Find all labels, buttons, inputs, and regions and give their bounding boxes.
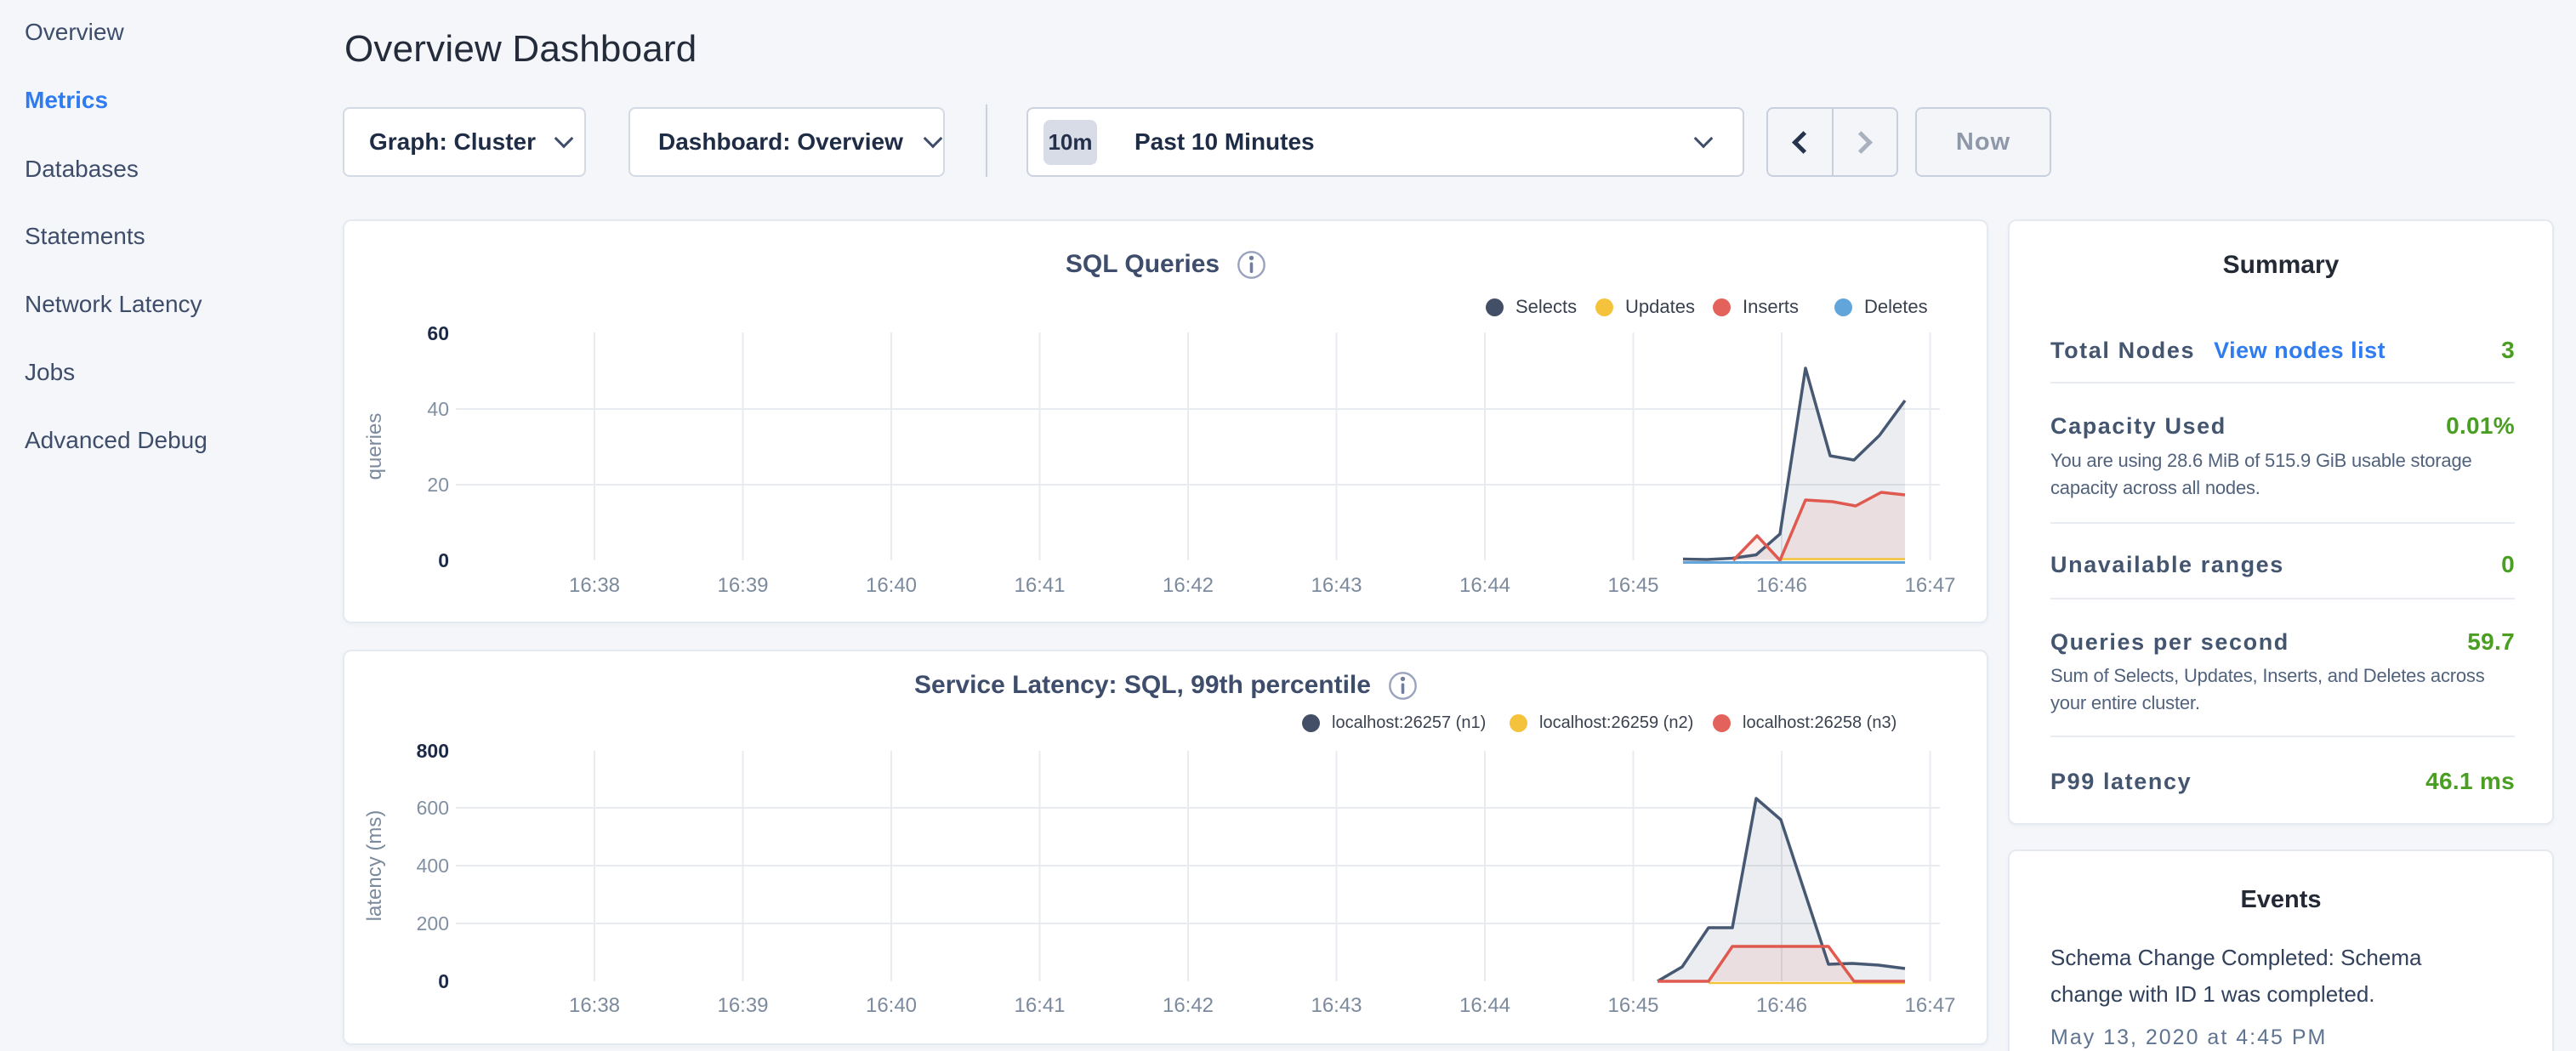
- svg-text:16:45: 16:45: [1607, 994, 1658, 1017]
- svg-text:16:43: 16:43: [1311, 574, 1362, 597]
- svg-text:16:40: 16:40: [866, 574, 917, 597]
- svg-text:16:42: 16:42: [1163, 574, 1214, 597]
- svg-text:800: 800: [417, 740, 449, 762]
- svg-text:400: 400: [417, 855, 449, 877]
- svg-text:16:44: 16:44: [1459, 994, 1510, 1017]
- svg-text:16:42: 16:42: [1163, 994, 1214, 1017]
- svg-text:0: 0: [438, 549, 449, 571]
- svg-text:16:46: 16:46: [1756, 574, 1807, 597]
- svg-text:16:39: 16:39: [717, 994, 768, 1017]
- svg-text:queries: queries: [363, 413, 386, 480]
- svg-text:16:46: 16:46: [1756, 994, 1807, 1017]
- svg-text:60: 60: [427, 322, 449, 344]
- svg-text:latency (ms): latency (ms): [363, 810, 386, 922]
- svg-text:20: 20: [427, 474, 449, 496]
- svg-text:16:38: 16:38: [569, 994, 620, 1017]
- svg-text:16:40: 16:40: [866, 994, 917, 1017]
- svg-text:16:43: 16:43: [1311, 994, 1362, 1017]
- svg-text:40: 40: [427, 398, 449, 420]
- svg-text:16:47: 16:47: [1904, 574, 1955, 597]
- svg-text:16:41: 16:41: [1014, 574, 1065, 597]
- svg-text:16:41: 16:41: [1014, 994, 1065, 1017]
- svg-text:16:45: 16:45: [1607, 574, 1658, 597]
- svg-text:600: 600: [417, 797, 449, 819]
- svg-text:16:44: 16:44: [1459, 574, 1510, 597]
- svg-text:16:47: 16:47: [1904, 994, 1955, 1017]
- svg-text:0: 0: [438, 970, 449, 992]
- svg-text:200: 200: [417, 912, 449, 935]
- svg-text:16:39: 16:39: [717, 574, 768, 597]
- svg-text:16:38: 16:38: [569, 574, 620, 597]
